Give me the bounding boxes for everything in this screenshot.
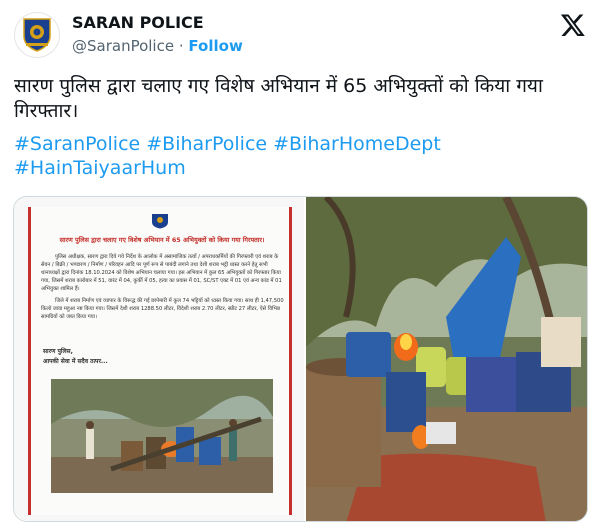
hashtags-line-1[interactable]: #SaranPolice #BiharPolice #BiharHomeDept xyxy=(14,132,586,156)
document-signature: सारण पुलिस, आपकी सेवा में सदैव तत्पर... xyxy=(43,347,108,367)
press-release-image[interactable]: सारण पुलिस द्वारा चलाए गए विशेष अभियान म… xyxy=(14,197,304,521)
tweet-header: SARAN POLICE @SaranPolice · Follow xyxy=(14,10,586,60)
document-title: सारण पुलिस द्वारा चलाए गए विशेष अभियान म… xyxy=(59,236,265,244)
document-paragraph-1: पुलिस अधीक्षक, सारण द्वारा दिये गये निर्… xyxy=(41,254,282,292)
account-handle[interactable]: @SaranPolice xyxy=(72,37,174,55)
document-paragraph-2: जिले में शराब निर्माण एवं व्यापार के विर… xyxy=(41,298,284,320)
handle-row: @SaranPolice · Follow xyxy=(72,37,243,55)
signature-line-1: सारण पुलिस, xyxy=(43,348,73,355)
media-grid: सारण पुलिस द्वारा चलाए गए विशेष अभियान म… xyxy=(13,196,588,522)
hashtags: #SaranPolice #BiharPolice #BiharHomeDept… xyxy=(14,132,586,180)
raid-scene-photo xyxy=(306,197,587,521)
signature-line-2: आपकी सेवा में सदैव तत्पर... xyxy=(43,358,108,365)
follow-button[interactable]: Follow xyxy=(188,37,242,55)
document-body: पुलिस अधीक्षक, सारण द्वारा दिये गये निर्… xyxy=(41,253,285,325)
document-page: सारण पुलिस द्वारा चलाए गए विशेष अभियान म… xyxy=(28,207,292,515)
account-name[interactable]: SARAN POLICE xyxy=(72,13,204,32)
bihar-police-emblem-icon xyxy=(23,18,51,52)
x-logo-icon[interactable] xyxy=(560,12,586,38)
raid-scene-illustration xyxy=(51,379,273,493)
hashtags-line-2[interactable]: #HainTaiyaarHum xyxy=(14,156,586,180)
tweet-text: सारण पुलिस द्वारा चलाए गए विशेष अभियान म… xyxy=(14,75,543,122)
document-inset-photo xyxy=(51,379,273,493)
separator: · xyxy=(178,37,184,55)
raid-photo[interactable] xyxy=(306,197,587,521)
bihar-police-emblem-icon xyxy=(152,214,168,229)
avatar[interactable] xyxy=(14,12,60,58)
